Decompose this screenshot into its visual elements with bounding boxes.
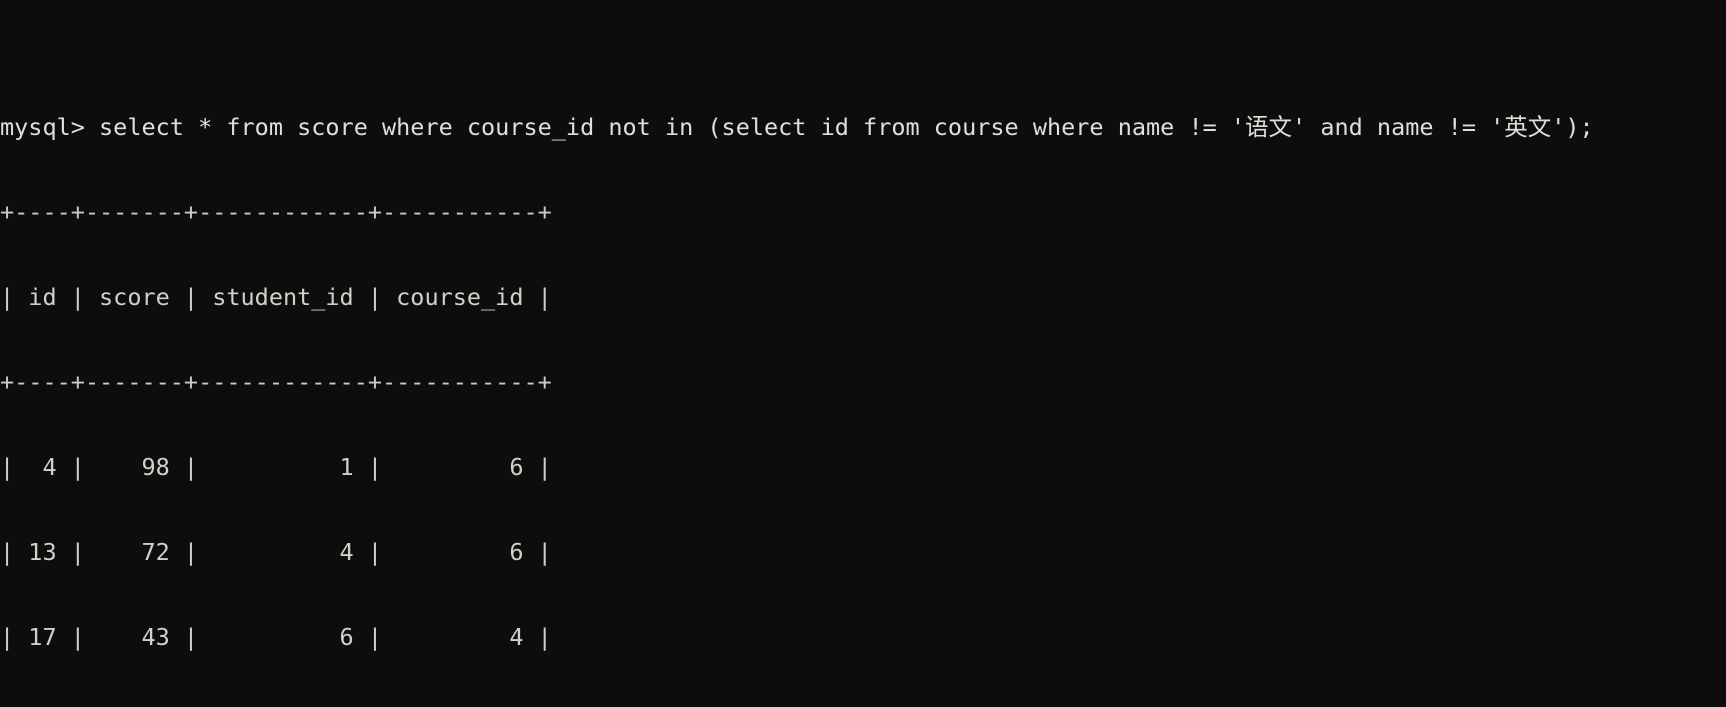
sql-query-line-1: mysql> select * from score where course_…	[0, 113, 1594, 142]
table-row: | 17 | 43 | 6 | 4 |	[0, 622, 552, 651]
table-header-row-1: | id | score | student_id | course_id |	[0, 282, 552, 311]
table-top-separator-1: +----+-------+------------+-----------+	[0, 198, 552, 227]
table-row: | 4 | 98 | 1 | 6 |	[0, 452, 552, 481]
terminal-screen[interactable]: mysql> select * from score where course_…	[0, 0, 1726, 707]
table-header-separator-1: +----+-------+------------+-----------+	[0, 367, 552, 396]
table-row: | 13 | 72 | 4 | 6 |	[0, 537, 552, 566]
